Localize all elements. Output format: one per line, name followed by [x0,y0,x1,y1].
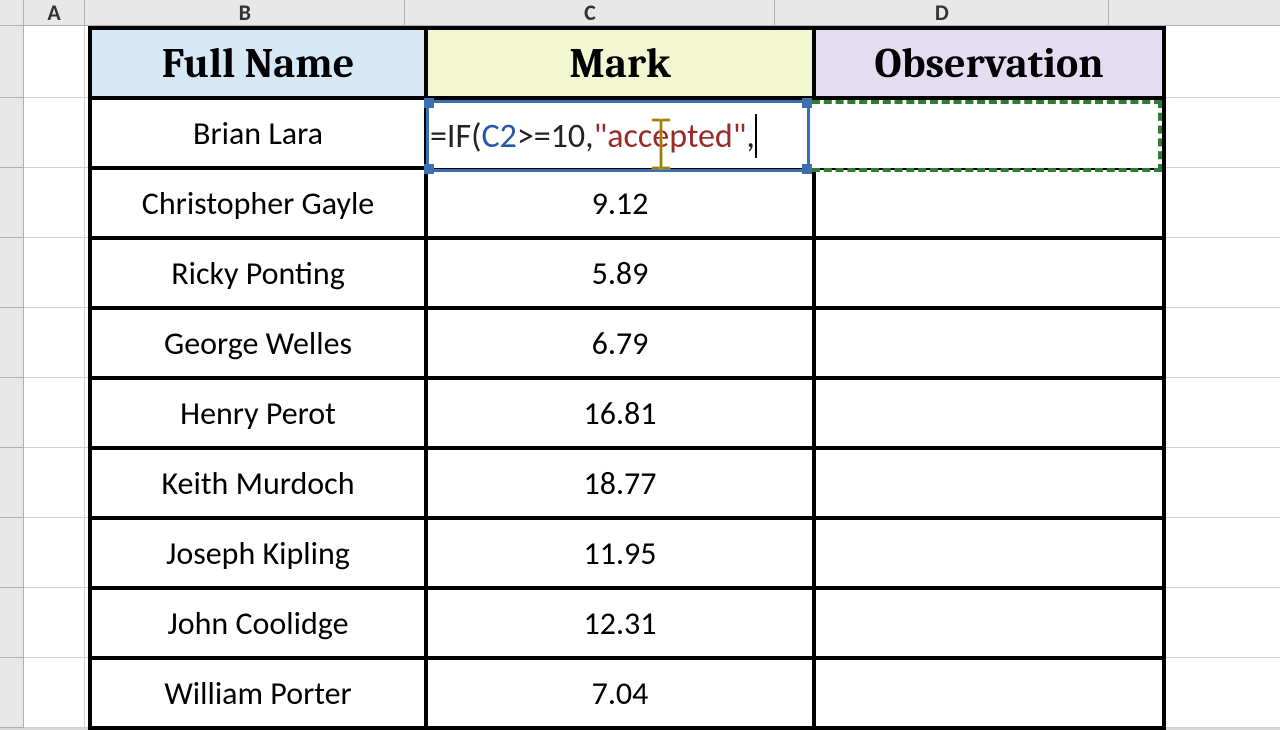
cell[interactable] [24,588,85,658]
cell-mark[interactable]: 6.79 [426,308,814,378]
cell-name[interactable]: Ricky Ponting [90,238,426,308]
cell-name[interactable]: George Welles [90,308,426,378]
table-row: George Welles6.79 [90,308,1164,378]
row-header[interactable] [0,308,24,378]
edit-mask [428,102,1158,168]
header-full-name[interactable]: Full Name [90,28,426,98]
cell[interactable] [24,658,85,728]
cell-observation[interactable] [814,308,1164,378]
cell[interactable] [24,98,85,168]
cell[interactable] [24,448,85,518]
cell-mark[interactable]: 11.95 [426,518,814,588]
row-header[interactable] [0,26,24,98]
row-header[interactable] [0,448,24,518]
cell-name[interactable]: Brian Lara [90,98,426,168]
cell-observation[interactable] [814,588,1164,658]
header-mark[interactable]: Mark [426,28,814,98]
cell-mark[interactable]: 9.12 [426,168,814,238]
column-headers: A B C D [0,0,1280,26]
cell-observation[interactable] [814,658,1164,728]
cell-name[interactable]: Keith Murdoch [90,448,426,518]
table-row: Ricky Ponting5.89 [90,238,1164,308]
row-header[interactable] [0,378,24,448]
cell-mark[interactable]: 5.89 [426,238,814,308]
table-row: William Porter7.04 [90,658,1164,728]
cell-mark[interactable]: 7.04 [426,658,814,728]
cell-observation[interactable] [814,238,1164,308]
cell-name[interactable]: John Coolidge [90,588,426,658]
row-header[interactable] [0,588,24,658]
cell-mark[interactable]: 16.81 [426,378,814,448]
cell-name[interactable]: Henry Perot [90,378,426,448]
header-observation[interactable]: Observation [814,28,1164,98]
cell-mark[interactable]: 18.77 [426,448,814,518]
table-row: Keith Murdoch18.77 [90,448,1164,518]
col-header-b[interactable]: B [85,0,405,26]
cell-mark[interactable]: 12.31 [426,588,814,658]
cell-observation[interactable] [814,518,1164,588]
col-header-e[interactable] [1109,0,1280,26]
cell-observation[interactable] [814,168,1164,238]
row-header[interactable] [0,238,24,308]
select-all-corner[interactable] [0,0,24,26]
table-row: Joseph Kipling11.95 [90,518,1164,588]
row-header[interactable] [0,98,24,168]
row-header[interactable] [0,168,24,238]
cell-observation[interactable] [814,448,1164,518]
cell[interactable] [24,378,85,448]
col-header-c[interactable]: C [405,0,775,26]
cell-observation[interactable] [814,378,1164,448]
table-row: Henry Perot16.81 [90,378,1164,448]
cell[interactable] [24,518,85,588]
col-header-d[interactable]: D [775,0,1109,26]
col-header-a[interactable]: A [24,0,85,26]
cell[interactable] [24,26,85,98]
table-row: John Coolidge12.31 [90,588,1164,658]
cell-name[interactable]: Christopher Gayle [90,168,426,238]
row-header[interactable] [0,658,24,728]
row-header[interactable] [0,518,24,588]
table-header-row: Full Name Mark Observation [90,28,1164,98]
table-row: Christopher Gayle9.12 [90,168,1164,238]
cell[interactable] [24,238,85,308]
cell[interactable] [24,168,85,238]
cell-name[interactable]: Joseph Kipling [90,518,426,588]
cell[interactable] [24,308,85,378]
cell-name[interactable]: William Porter [90,658,426,728]
